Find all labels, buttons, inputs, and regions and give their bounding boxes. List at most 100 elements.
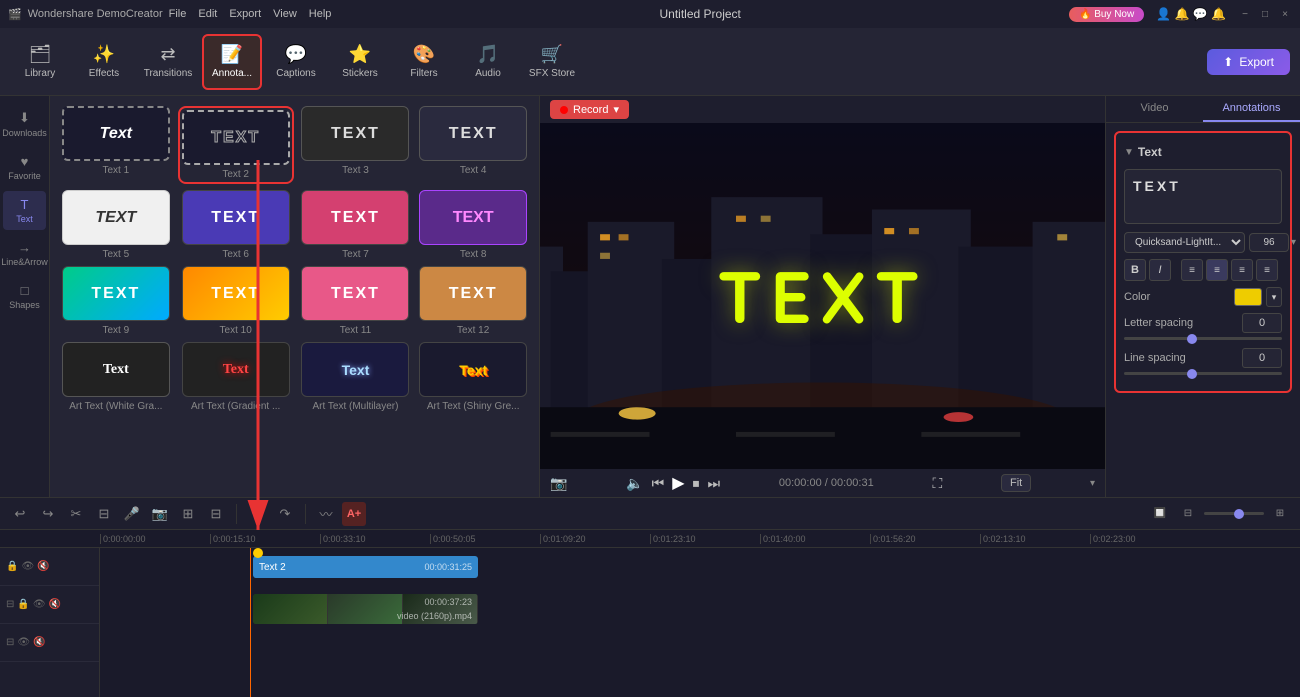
track-add-icon[interactable]: ⊟ xyxy=(6,637,14,648)
font-family-select[interactable]: Quicksand-LightIt... xyxy=(1124,232,1245,253)
track-lock-icon[interactable]: 🔒 xyxy=(6,561,18,572)
list-item[interactable]: TEXT Text 5 xyxy=(60,190,172,260)
tool-audio[interactable]: 🎵 Audio xyxy=(458,34,518,90)
track-eye-icon[interactable]: 👁 xyxy=(21,561,34,572)
playhead[interactable] xyxy=(250,548,251,697)
text-preview-1[interactable]: Text xyxy=(62,106,170,161)
text-preview-art3[interactable]: Text xyxy=(301,342,409,397)
play-next-button[interactable]: ⏭ xyxy=(708,475,721,492)
list-item[interactable]: TEXT Text 2 xyxy=(178,106,294,184)
stop-button[interactable]: ⏹ xyxy=(693,475,700,492)
sidebar-item-linearrow[interactable]: → Line&Arrow xyxy=(3,234,46,273)
menu-bar[interactable]: File Edit Export View Help xyxy=(169,8,332,20)
text-preview-art2[interactable]: Text xyxy=(182,342,290,397)
menu-view[interactable]: View xyxy=(273,8,297,20)
menu-export[interactable]: Export xyxy=(229,8,261,20)
list-item[interactable]: Text Art Text (White Gra... xyxy=(60,342,172,412)
line-spacing-thumb[interactable] xyxy=(1187,369,1197,379)
color-dropdown-button[interactable]: ▾ xyxy=(1266,287,1282,307)
fit-button[interactable]: Fit xyxy=(1001,474,1031,492)
text-preview-11[interactable]: TEXT xyxy=(301,266,409,321)
tool-transitions[interactable]: ⇄ Transitions xyxy=(138,34,198,90)
track-video-expand-icon[interactable]: ⊟ xyxy=(6,599,14,610)
list-item[interactable]: Text Art Text (Shiny Gre... xyxy=(417,342,529,412)
tool4-button[interactable]: ↷ xyxy=(273,502,297,526)
zoom-slider[interactable] xyxy=(1204,512,1264,515)
font-size-input[interactable] xyxy=(1249,233,1289,252)
color-swatch[interactable] xyxy=(1234,288,1262,306)
sidebar-item-downloads[interactable]: ⬇ Downloads xyxy=(3,104,46,144)
font-size-dropdown[interactable]: ▾ xyxy=(1291,237,1296,248)
tool-captions[interactable]: 💬 Captions xyxy=(266,34,326,90)
list-item[interactable]: TEXT Text 11 xyxy=(300,266,412,336)
align-center-button[interactable]: ≡ xyxy=(1206,259,1228,281)
tool-stickers[interactable]: ⭐ Stickers xyxy=(330,34,390,90)
tool1-button[interactable]: ⊞ xyxy=(176,502,200,526)
annotate-button[interactable]: A+ xyxy=(342,502,366,526)
track-video-mute-icon[interactable]: 🔇 xyxy=(49,599,61,610)
text-preview-3[interactable]: TEXT xyxy=(301,106,409,161)
minimize-button[interactable]: − xyxy=(1238,7,1252,21)
buy-now-button[interactable]: 🔥 Buy Now xyxy=(1069,7,1144,22)
list-item[interactable]: TEXT Text 4 xyxy=(417,106,529,184)
zoom-in-icon[interactable]: 🔲 xyxy=(1148,502,1172,526)
sidebar-item-shapes[interactable]: □ Shapes xyxy=(3,277,46,316)
tool-effects[interactable]: ✨ Effects xyxy=(74,34,134,90)
maximize-button[interactable]: □ xyxy=(1258,7,1272,21)
undo-button[interactable]: ↩ xyxy=(8,502,32,526)
sidebar-item-favorite[interactable]: ♥ Favorite xyxy=(3,148,46,187)
split-button[interactable]: ✂ xyxy=(64,502,88,526)
text-preview-art1[interactable]: Text xyxy=(62,342,170,397)
fullscreen-button[interactable]: ⛶ xyxy=(932,475,942,492)
text-preview-4[interactable]: TEXT xyxy=(419,106,527,161)
zoom-thumb[interactable] xyxy=(1234,509,1244,519)
trim-button[interactable]: ⊟ xyxy=(92,502,116,526)
video-track[interactable]: video (2160p).mp4 00:00:37:23 xyxy=(253,594,478,624)
motion-button[interactable]: 〰 xyxy=(314,502,338,526)
list-item[interactable]: TEXT Text 8 xyxy=(417,190,529,260)
text-preview-10[interactable]: TEXT xyxy=(182,266,290,321)
menu-edit[interactable]: Edit xyxy=(198,8,217,20)
list-item[interactable]: Text Art Text (Multilayer) xyxy=(300,342,412,412)
tool-library[interactable]: 🗂 Library xyxy=(10,34,70,90)
tool3-button[interactable]: ↶ xyxy=(245,502,269,526)
record-dropdown-icon[interactable]: ▾ xyxy=(613,103,619,116)
export-button[interactable]: ⬆ Export xyxy=(1207,49,1290,75)
list-item[interactable]: TEXT Text 12 xyxy=(417,266,529,336)
zoom-out-icon[interactable]: ⊟ xyxy=(1176,502,1200,526)
bold-button[interactable]: B xyxy=(1124,259,1146,281)
letter-spacing-thumb[interactable] xyxy=(1187,334,1197,344)
mic-button[interactable]: 🎤 xyxy=(120,502,144,526)
text-preview-6[interactable]: TEXT xyxy=(182,190,290,245)
tool-filters[interactable]: 🎨 Filters xyxy=(394,34,454,90)
track-mute-icon[interactable]: 🔇 xyxy=(37,561,49,572)
play-prev-button[interactable]: ⏮ xyxy=(652,475,665,492)
sidebar-item-text[interactable]: T Text xyxy=(3,191,46,230)
fit-dropdown-icon[interactable]: ▾ xyxy=(1090,478,1095,489)
menu-file[interactable]: File xyxy=(169,8,187,20)
list-item[interactable]: TEXT Text 9 xyxy=(60,266,172,336)
tool2-button[interactable]: ⊟ xyxy=(204,502,228,526)
redo-button[interactable]: ↪ xyxy=(36,502,60,526)
webcam-button[interactable]: 📷 xyxy=(148,502,172,526)
list-item[interactable]: TEXT Text 7 xyxy=(300,190,412,260)
letter-spacing-slider[interactable] xyxy=(1124,337,1282,340)
list-item[interactable]: TEXT Text 3 xyxy=(300,106,412,184)
track-video-eye-icon[interactable]: 👁 xyxy=(33,599,46,610)
text-preview-8[interactable]: TEXT xyxy=(419,190,527,245)
record-button[interactable]: Record ▾ xyxy=(550,100,629,119)
text-preview-7[interactable]: TEXT xyxy=(301,190,409,245)
list-item[interactable]: Text Art Text (Gradient ... xyxy=(178,342,294,412)
list-item[interactable]: Text Text 1 xyxy=(60,106,172,184)
menu-help[interactable]: Help xyxy=(309,8,332,20)
screenshot-button[interactable]: 📷 xyxy=(550,475,567,492)
list-item[interactable]: TEXT Text 10 xyxy=(178,266,294,336)
line-spacing-slider[interactable] xyxy=(1124,372,1282,375)
play-button[interactable]: ▶ xyxy=(672,473,684,493)
tab-annotations[interactable]: Annotations xyxy=(1203,96,1300,122)
tool-annotations[interactable]: 📝 Annota... xyxy=(202,34,262,90)
align-justify-button[interactable]: ≡ xyxy=(1256,259,1278,281)
volume-button[interactable]: 🔈 xyxy=(626,475,643,492)
text-preview-art4[interactable]: Text xyxy=(419,342,527,397)
italic-button[interactable]: I xyxy=(1149,259,1171,281)
